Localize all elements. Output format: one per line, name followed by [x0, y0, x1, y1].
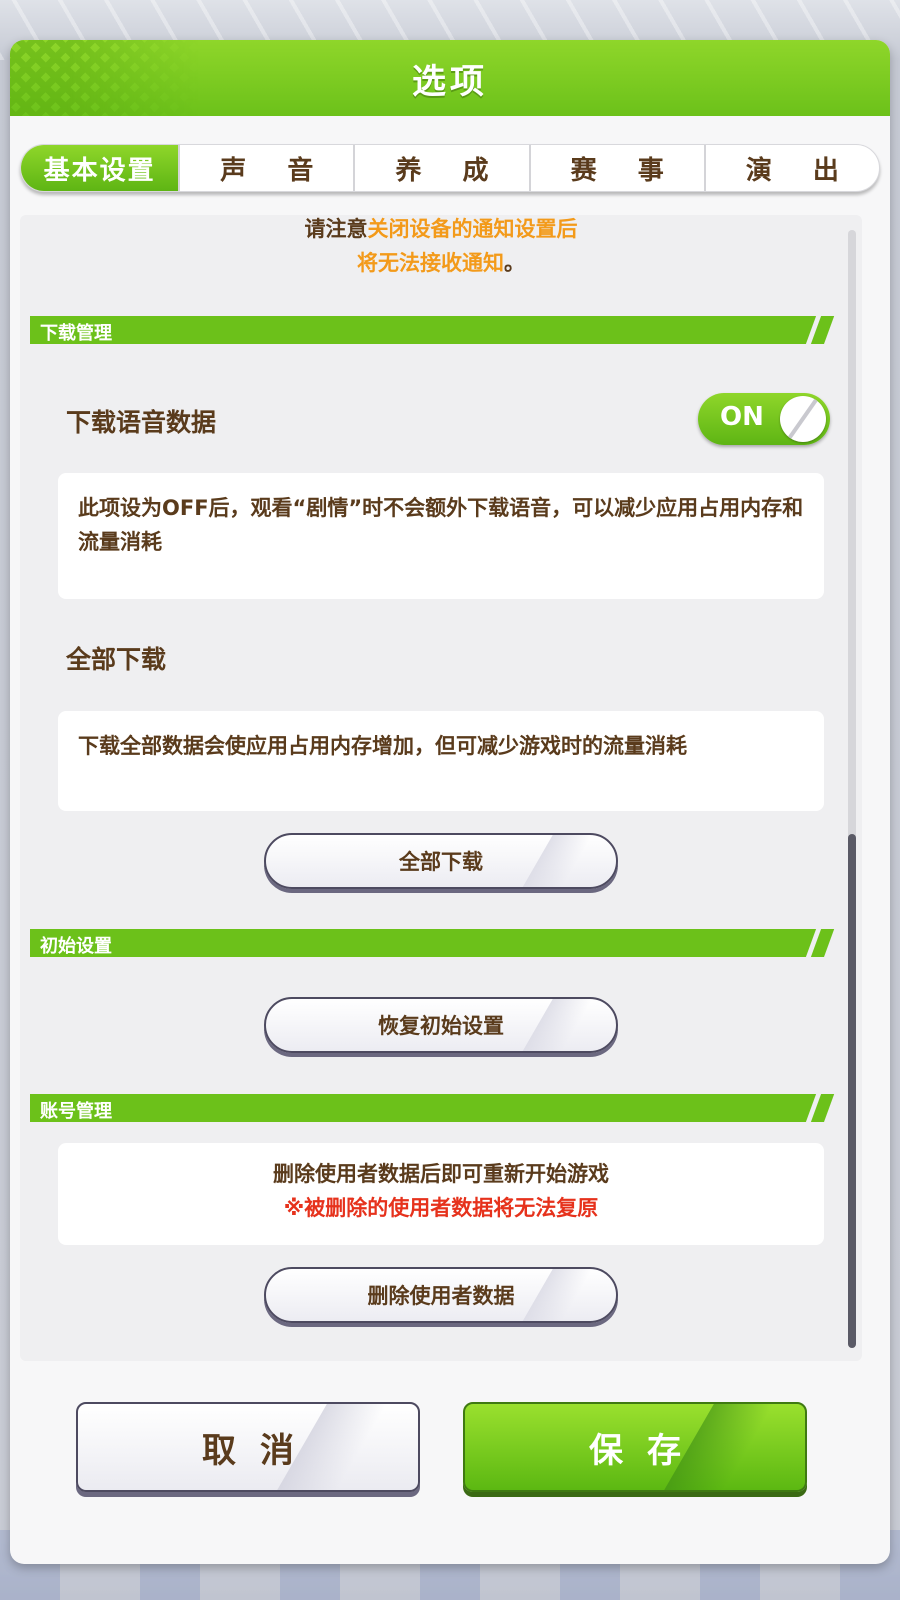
cancel-button[interactable]: 取消 — [76, 1402, 420, 1492]
section-cut-decor — [824, 1094, 849, 1122]
section-slash-decor — [805, 1094, 822, 1122]
section-slash-decor — [805, 929, 822, 957]
toggle-knob — [780, 396, 826, 442]
notice-prefix: 请注意 — [304, 217, 368, 241]
dialog-titlebar: 选项 — [10, 40, 890, 116]
save-button[interactable]: 保存 — [463, 1402, 807, 1492]
tab-race[interactable]: 赛 事 — [528, 145, 704, 191]
account-delete-warning: ※被删除的使用者数据将无法复原 — [283, 1196, 599, 1220]
dialog-title: 选项 — [412, 61, 488, 102]
section-title-init: 初始设置 — [40, 936, 112, 957]
cancel-button-label: 取消 — [202, 1430, 318, 1471]
section-header-init: 初始设置 — [30, 929, 849, 957]
tab-bar: 基本设置 声 音 养 成 赛 事 演 出 — [20, 144, 880, 192]
notice-highlight-1: 关闭设备的通知设置后 — [367, 217, 578, 241]
section-cut-decor — [824, 316, 849, 344]
account-description: 删除使用者数据后即可重新开始游戏 — [273, 1162, 609, 1186]
save-button-label: 保存 — [589, 1430, 705, 1471]
toggle-state-text: ON — [720, 402, 764, 432]
download-voice-description: 此项设为OFF后，观看“剧情”时不会额外下载语音，可以减少应用占用内存和流量消耗 — [58, 473, 824, 599]
section-header-account: 账号管理 — [30, 1094, 849, 1122]
tab-performance[interactable]: 演 出 — [703, 145, 879, 191]
content-scrollbar[interactable] — [848, 230, 856, 1348]
download-all-button-label: 全部下载 — [399, 850, 483, 874]
download-voice-toggle[interactable]: ON — [698, 393, 830, 445]
download-voice-label: 下载语音数据 — [66, 408, 217, 437]
delete-user-data-button-label: 删除使用者数据 — [367, 1284, 515, 1308]
download-all-label: 全部下载 — [66, 645, 167, 674]
section-slash-decor — [805, 316, 822, 344]
download-all-description: 下载全部数据会使应用占用内存增加，但可减少游戏时的流量消耗 — [58, 711, 824, 811]
tab-sound[interactable]: 声 音 — [178, 145, 353, 191]
account-description-box: 删除使用者数据后即可重新开始游戏 ※被删除的使用者数据将无法复原 — [58, 1143, 824, 1245]
section-title-account: 账号管理 — [40, 1101, 112, 1122]
restore-defaults-button[interactable]: 恢复初始设置 — [264, 997, 618, 1053]
tab-basic-settings[interactable]: 基本设置 — [21, 145, 179, 191]
section-title-download: 下载管理 — [40, 323, 112, 344]
titlebar-pattern — [10, 40, 200, 116]
options-dialog: 选项 基本设置 声 音 养 成 赛 事 演 出 请注意关闭设备的通知设置后 将无… — [10, 40, 890, 1564]
section-cut-decor — [824, 929, 849, 957]
settings-scroll-area[interactable]: 请注意关闭设备的通知设置后 将无法接收通知。 下载管理 下载语音数据 ON 此项… — [20, 215, 862, 1361]
scrollbar-thumb[interactable] — [848, 834, 856, 1348]
section-header-download: 下载管理 — [30, 316, 849, 344]
notification-notice-line2: 将无法接收通知。 — [20, 247, 862, 277]
delete-user-data-button[interactable]: 删除使用者数据 — [264, 1267, 618, 1323]
notification-notice-line1: 请注意关闭设备的通知设置后 — [20, 215, 862, 243]
tab-training[interactable]: 养 成 — [353, 145, 528, 191]
notice-highlight-2: 将无法接收通知 — [357, 251, 504, 275]
restore-defaults-button-label: 恢复初始设置 — [378, 1014, 504, 1038]
download-all-button[interactable]: 全部下载 — [264, 833, 618, 889]
notice-suffix: 。 — [504, 251, 525, 275]
